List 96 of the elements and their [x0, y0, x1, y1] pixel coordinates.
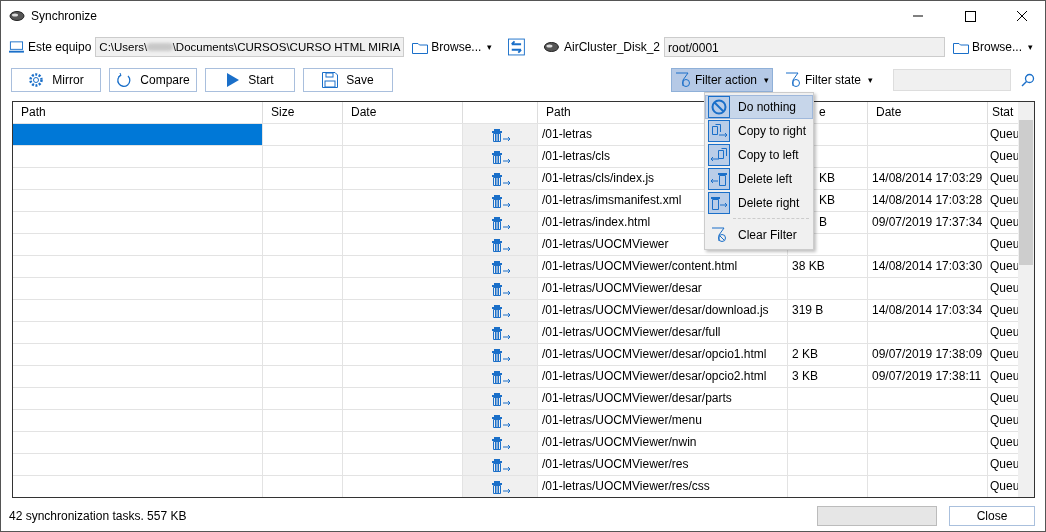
- toolbar-button[interactable]: Compare: [109, 68, 197, 92]
- table-cell: 2 KB: [788, 343, 868, 365]
- play-icon: [226, 72, 241, 88]
- table-cell[interactable]: [13, 453, 263, 475]
- filter-state-button[interactable]: Filter state ▾: [781, 68, 877, 92]
- trash-arrow-icon: [492, 391, 512, 406]
- table-cell[interactable]: [13, 431, 263, 453]
- copy-left-icon: [710, 147, 728, 163]
- table-cell[interactable]: [13, 233, 263, 255]
- table-cell[interactable]: [13, 343, 263, 365]
- table-cell[interactable]: [13, 409, 263, 431]
- trash-right-icon: [710, 195, 728, 211]
- disk-icon: [9, 10, 25, 22]
- table-cell[interactable]: [13, 475, 263, 497]
- table-cell: 38 KB: [788, 255, 868, 277]
- gear-icon: [28, 72, 45, 88]
- filter-action-button[interactable]: Filter action ▾: [670, 68, 773, 92]
- menu-item[interactable]: Do nothing: [705, 95, 813, 119]
- refresh-icon: [116, 72, 133, 88]
- table-cell: 09/07/2019 17:37:34: [868, 211, 988, 233]
- table-cell: /01-letras/UOCMViewer/desar/opcio2.html: [538, 365, 788, 387]
- table-cell: /01-letras/UOCMViewer/desar/download.js: [538, 299, 788, 321]
- trash-arrow-icon: [492, 369, 512, 384]
- table-cell: 14/08/2014 17:03:34: [868, 299, 988, 321]
- computer-icon: [9, 40, 24, 54]
- trash-arrow-icon: [492, 347, 512, 362]
- trash-arrow-icon: [492, 325, 512, 340]
- trash-arrow-icon: [492, 237, 512, 252]
- trash-arrow-icon: [492, 171, 512, 186]
- table-cell[interactable]: [13, 277, 263, 299]
- table-cell: /01-letras/UOCMViewer/desar/parts: [538, 387, 788, 409]
- table-cell: /01-letras/UOCMViewer/desar: [538, 277, 788, 299]
- table-cell[interactable]: [13, 167, 263, 189]
- table-cell[interactable]: [13, 321, 263, 343]
- table-cell[interactable]: [13, 255, 263, 277]
- table-cell[interactable]: [13, 189, 263, 211]
- trash-arrow-icon: [492, 457, 512, 472]
- folder-icon: [953, 40, 969, 54]
- browse-button[interactable]: Browse... ▾: [949, 40, 1037, 54]
- trash-arrow-icon: [492, 281, 512, 296]
- location-label: AirCluster_Disk_2: [564, 40, 661, 54]
- table-cell: /01-letras/UOCMViewer/desar/full: [538, 321, 788, 343]
- trash-left-icon: [710, 171, 728, 187]
- column-header[interactable]: Date: [343, 102, 463, 123]
- swap-icon[interactable]: [508, 38, 526, 56]
- save-icon: [322, 72, 339, 88]
- scrollbar[interactable]: [1018, 102, 1034, 497]
- column-header[interactable]: Size: [263, 102, 343, 123]
- table-cell: 09/07/2019 17:38:09: [868, 343, 988, 365]
- table-cell: 14/08/2014 17:03:30: [868, 255, 988, 277]
- table-cell: 14/08/2014 17:03:28: [868, 189, 988, 211]
- close-button[interactable]: Close: [949, 506, 1035, 526]
- copy-right-icon: [710, 123, 728, 139]
- table-cell[interactable]: [13, 211, 263, 233]
- table-cell: /01-letras/UOCMViewer/res: [538, 453, 788, 475]
- filter-icon: [674, 72, 691, 88]
- table-cell: /01-letras/UOCMViewer/desar/opcio1.html: [538, 343, 788, 365]
- location-label: Este equipo: [27, 40, 92, 54]
- trash-arrow-icon: [492, 215, 512, 230]
- trash-arrow-icon: [492, 193, 512, 208]
- table-cell[interactable]: [13, 145, 263, 167]
- table-cell: 09/07/2019 17:38:11: [868, 365, 988, 387]
- table-cell[interactable]: [13, 299, 263, 321]
- table-cell: 3 KB: [788, 365, 868, 387]
- table-cell: /01-letras/UOCMViewer/nwin: [538, 431, 788, 453]
- trash-arrow-icon: [492, 413, 512, 428]
- table-cell: /01-letras/UOCMViewer/res/css: [538, 475, 788, 497]
- path-field[interactable]: C:\Users\ \Documents\CURSOS\CURSO HTML MIRIA: [95, 37, 405, 57]
- trash-arrow-icon: [492, 127, 512, 142]
- toolbar-button[interactable]: Start: [205, 68, 295, 92]
- filter-icon: [785, 72, 801, 88]
- table-cell[interactable]: [13, 387, 263, 409]
- no-entry-icon: [711, 99, 727, 115]
- trash-arrow-icon: [492, 259, 512, 274]
- window-title: Synchronize: [31, 9, 98, 23]
- column-header[interactable]: Date: [868, 102, 988, 123]
- path-field[interactable]: root/0001: [664, 37, 945, 57]
- table-cell[interactable]: [13, 365, 263, 387]
- browse-button[interactable]: Browse... ▾: [408, 40, 497, 54]
- trash-arrow-icon: [492, 479, 512, 494]
- table-cell: 14/08/2014 17:03:29: [868, 167, 988, 189]
- trash-arrow-icon: [492, 303, 512, 318]
- search-field[interactable]: [893, 69, 1011, 91]
- clear-filter-icon: [711, 227, 727, 243]
- status-text: 42 synchronization tasks. 557 KB: [9, 509, 187, 523]
- toolbar-button[interactable]: Save: [303, 68, 393, 92]
- trash-arrow-icon: [492, 435, 512, 450]
- table-cell: /01-letras/UOCMViewer/menu: [538, 409, 788, 431]
- disk-icon: [543, 41, 560, 53]
- search-icon[interactable]: [1021, 73, 1035, 87]
- table-cell[interactable]: [13, 123, 263, 145]
- trash-arrow-icon: [492, 149, 512, 164]
- toolbar-button[interactable]: Mirror: [11, 68, 101, 92]
- table-cell: /01-letras/UOCMViewer/content.html: [538, 255, 788, 277]
- table-cell: 319 B: [788, 299, 868, 321]
- folder-icon: [412, 40, 429, 54]
